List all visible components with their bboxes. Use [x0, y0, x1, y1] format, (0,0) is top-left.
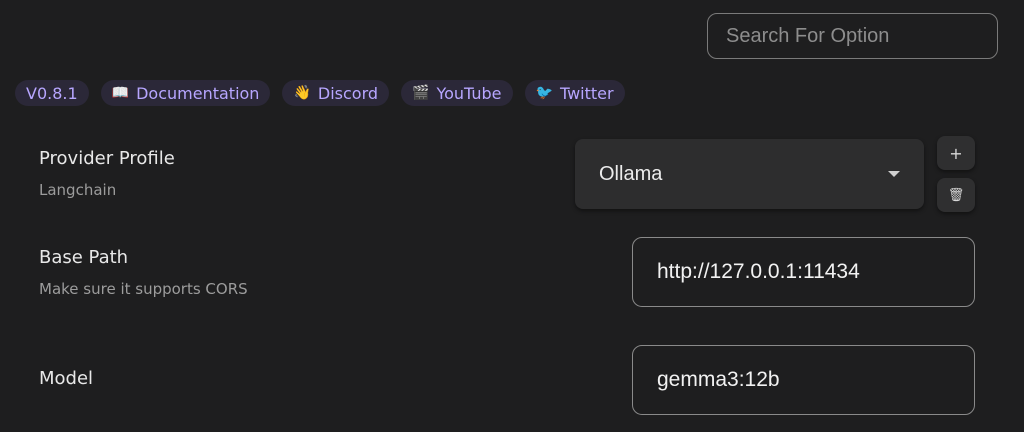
model-label: Model — [39, 368, 94, 389]
provider-profile-value: Ollama — [599, 162, 663, 185]
model-input[interactable] — [632, 345, 975, 415]
provider-profile-label: Provider Profile — [39, 148, 175, 169]
search-input[interactable] — [707, 13, 998, 59]
caret-down-icon — [888, 171, 900, 177]
youtube-link[interactable]: 🎬 YouTube — [401, 80, 513, 106]
add-profile-button[interactable]: + — [937, 136, 975, 170]
provider-profile-select[interactable]: Ollama — [575, 139, 924, 209]
version-label: V0.8.1 — [26, 83, 78, 103]
link-badges: V0.8.1 📖 Documentation 👋 Discord 🎬 YouTu… — [15, 80, 625, 106]
book-icon: 📖 — [111, 85, 130, 101]
settings-page: V0.8.1 📖 Documentation 👋 Discord 🎬 YouTu… — [0, 0, 1024, 432]
youtube-label: YouTube — [436, 83, 502, 103]
clapper-icon: 🎬 — [412, 85, 430, 101]
twitter-link[interactable]: 🐦 Twitter — [524, 80, 625, 106]
twitter-label: Twitter — [559, 83, 614, 103]
base-path-sublabel: Make sure it supports CORS — [39, 280, 248, 298]
waving-hand-icon: 👋 — [293, 85, 311, 101]
bird-icon: 🐦 — [535, 85, 553, 101]
documentation-label: Documentation — [136, 83, 260, 103]
documentation-link[interactable]: 📖 Documentation — [100, 80, 271, 106]
version-badge[interactable]: V0.8.1 — [15, 80, 89, 106]
discord-label: Discord — [317, 83, 379, 103]
discord-link[interactable]: 👋 Discord — [282, 80, 390, 106]
trash-icon: 🗑 — [947, 187, 965, 203]
delete-profile-button[interactable]: 🗑 — [937, 178, 975, 212]
base-path-input[interactable] — [632, 237, 975, 307]
provider-profile-sublabel: Langchain — [39, 181, 117, 199]
plus-icon: + — [949, 143, 963, 163]
base-path-label: Base Path — [39, 247, 129, 268]
